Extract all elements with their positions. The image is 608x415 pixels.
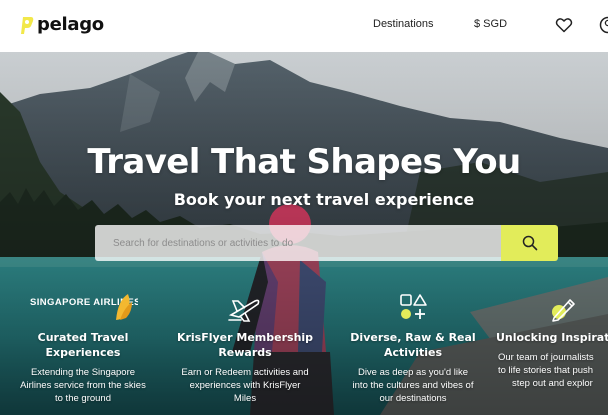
feature-description-line: Miles (233, 393, 257, 404)
feature-title: Curated Travel Experiences (8, 330, 158, 360)
feature-diverse-activities: Diverse, Raw & Real Activities Dive as d… (338, 288, 488, 405)
feature-curated-travel: SINGAPORE AIRLINES Curated Travel Experi… (8, 288, 158, 405)
logo-text: pelago (37, 14, 104, 35)
feature-description: Dive as deep as you'd like into the cult… (338, 366, 488, 405)
feature-title-line: Rewards (218, 346, 272, 359)
feature-description-line: Dive as deep as you'd like (357, 367, 469, 378)
feature-krisflyer: KrisFlyer Membership Rewards Earn or Red… (170, 288, 320, 405)
feature-description-line: our destinations (379, 393, 447, 404)
search-button[interactable] (501, 225, 558, 261)
feature-title-line: Unlocking Inspirat (496, 331, 608, 344)
feature-description-line: Extending the Singapore (30, 367, 136, 378)
feature-description-line: into the cultures and vibes of (352, 380, 474, 391)
heart-icon[interactable] (554, 15, 574, 35)
feature-description: Earn or Redeem activities and experience… (170, 366, 320, 405)
site-header: pelago Destinations $ SGD (0, 0, 608, 52)
feature-title: Unlocking Inspirat (488, 330, 608, 345)
hero-title: Travel That Shapes You (87, 142, 521, 182)
feature-description: Extending the Singapore Airlines service… (8, 366, 158, 405)
features-row: SINGAPORE AIRLINES Curated Travel Experi… (0, 288, 608, 415)
feature-title-line: Activities (383, 346, 443, 359)
feature-description-line: experiences with KrisFlyer (189, 380, 301, 391)
feature-description-line: to the ground (55, 393, 111, 404)
feature-description-line: Our team of journalists (498, 352, 594, 363)
currency-selector[interactable]: $ SGD (474, 18, 507, 30)
feature-title-line: Diverse, Raw & Real (350, 331, 476, 344)
profile-icon[interactable] (598, 15, 608, 35)
pelago-logo-icon (21, 16, 34, 34)
feature-title-line: Experiences (45, 346, 121, 359)
feature-description-line: step out and explor (512, 378, 593, 389)
feature-title: Diverse, Raw & Real Activities (338, 330, 488, 360)
search-bar (95, 225, 558, 261)
feature-unlocking-inspiration: Unlocking Inspirat Our team of journalis… (488, 288, 608, 390)
nav-destinations-link[interactable]: Destinations (373, 18, 434, 30)
feature-title-line: Curated Travel (37, 331, 129, 344)
pelago-logo[interactable]: pelago (20, 14, 104, 35)
shapes-icon (400, 294, 427, 319)
feature-description: Our team of journalists to life stories … (488, 351, 608, 390)
hero-subtitle: Book your next travel experience (173, 190, 475, 209)
search-input[interactable] (95, 225, 501, 261)
feature-title: KrisFlyer Membership Rewards (170, 330, 320, 360)
search-icon (522, 235, 537, 251)
plane-icon (228, 299, 260, 322)
pen-icon (552, 299, 575, 322)
feature-title-line: KrisFlyer Membership (176, 331, 314, 344)
feature-description-line: Earn or Redeem activities and (181, 367, 309, 378)
feature-description-line: to life stories that push (498, 365, 594, 376)
hero-section: Travel That Shapes You Book your next tr… (0, 52, 608, 415)
feature-description-line: Airlines service from the skies (20, 380, 146, 391)
singapore-airlines-logo: SINGAPORE AIRLINES (8, 288, 158, 328)
